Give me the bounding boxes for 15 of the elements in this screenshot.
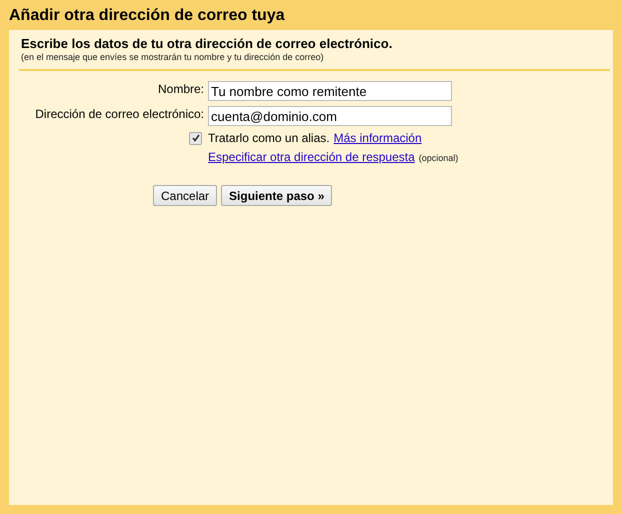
field-label: Dirección de correo electrónico: [34, 107, 204, 121]
alias-label: Tratarlo como un alias. [208, 131, 330, 145]
field-label: Nombre: [156, 82, 204, 96]
text-input[interactable]: Tu nombre como remitente [208, 81, 452, 101]
alias-checkbox[interactable] [189, 132, 202, 144]
optional-note: (opcional) [418, 153, 458, 163]
cancel-button[interactable]: Cancelar [153, 185, 218, 206]
form-subheading: (en el mensaje que envíes se mostrarán tu nombre y tu dirección de correo) [21, 52, 325, 62]
text-input[interactable]: cuenta@dominio.com [208, 106, 452, 126]
dialog-title: Añadir otra dirección de correo tuya [9, 6, 286, 26]
check-icon [192, 134, 200, 142]
reply-address-link[interactable]: Especificar otra dirección de respuesta [208, 150, 415, 164]
more-info-link[interactable]: Más información [334, 131, 422, 145]
next-step-button[interactable]: Siguiente paso » [221, 185, 332, 206]
form-heading: Escribe los datos de tu otra dirección de correo electrónico. [21, 36, 394, 51]
